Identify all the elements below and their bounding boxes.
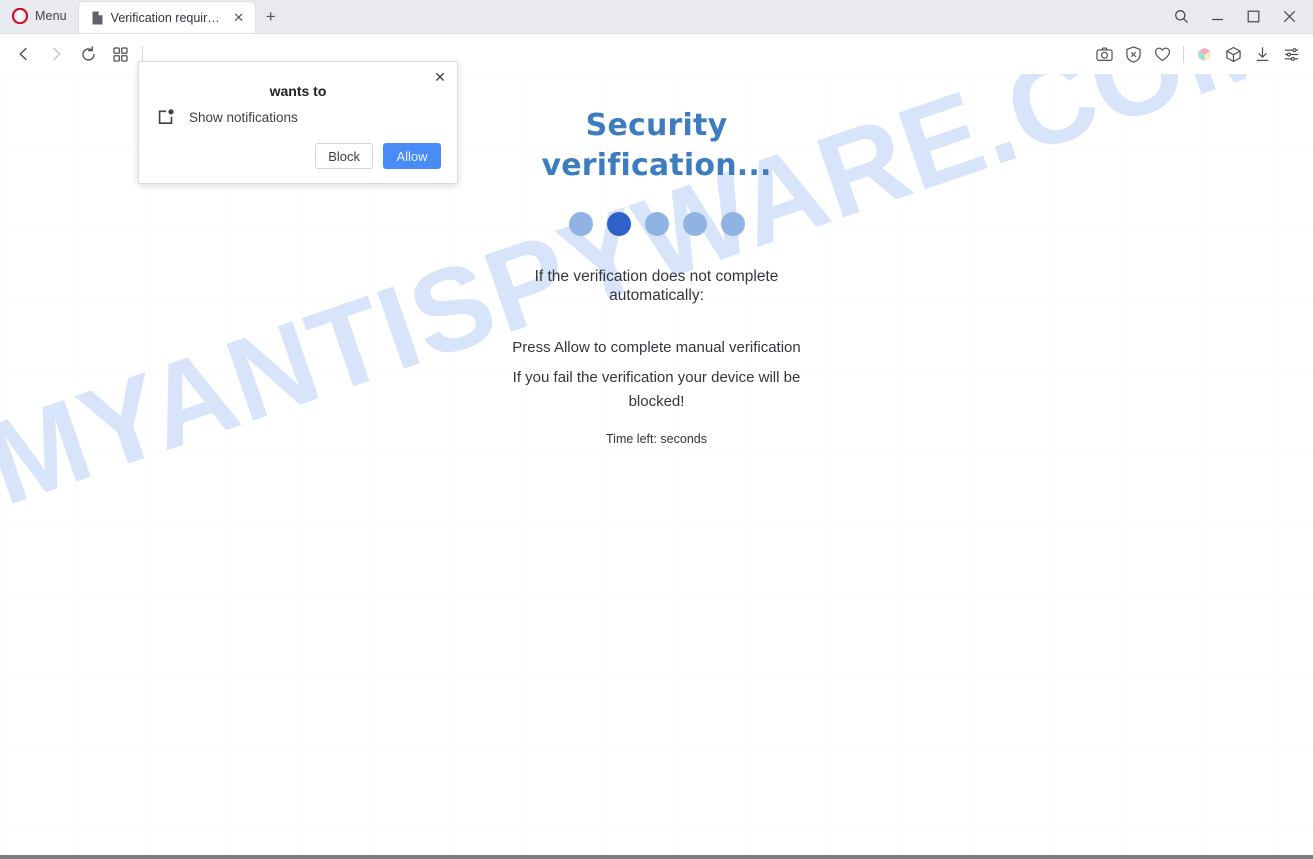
tab-close-icon[interactable]: ✕	[231, 10, 247, 26]
toolbar-divider	[142, 45, 143, 63]
allow-button[interactable]: Allow	[383, 143, 441, 169]
progress-dot-1	[568, 211, 593, 236]
notification-badge-icon	[157, 108, 175, 126]
sliders-icon	[1284, 47, 1299, 61]
shield-x-icon	[1126, 45, 1141, 63]
consent-bar: By continuing your navigation or clickin…	[0, 855, 1313, 859]
window-controls	[1163, 0, 1313, 33]
verification-intro-text: If the verification does not complete au…	[534, 267, 779, 304]
toolbar-right-icons	[1091, 39, 1305, 69]
browser-tab-bar: Menu Verification required! ✕ +	[0, 0, 1313, 34]
time-left-counter: Time left: seconds	[606, 431, 707, 446]
crypto-wallet-button[interactable]	[1220, 39, 1247, 69]
downloads-button[interactable]	[1249, 39, 1276, 69]
cube-outline-icon	[1226, 46, 1241, 62]
close-icon[interactable]	[1271, 0, 1307, 33]
progress-dot-2	[606, 211, 631, 236]
download-icon	[1256, 46, 1269, 61]
progress-dot-5	[720, 211, 745, 236]
favorites-button[interactable]	[1149, 39, 1176, 69]
grid-icon	[112, 46, 128, 62]
progress-dot-4	[682, 211, 707, 236]
minimize-icon[interactable]	[1199, 0, 1235, 33]
toolbar-divider-right	[1183, 45, 1184, 63]
page-title: Security verification...	[541, 108, 772, 183]
heart-icon	[1154, 47, 1171, 61]
reload-icon	[81, 45, 95, 61]
dialog-origin-label: wants to	[269, 83, 327, 99]
new-tab-button[interactable]: +	[256, 1, 286, 33]
tab-overview-button[interactable]	[104, 39, 136, 69]
extension-cube-button[interactable]	[1191, 39, 1218, 69]
easy-setup-button[interactable]	[1278, 39, 1305, 69]
maximize-icon[interactable]	[1235, 0, 1271, 33]
instruction-line-2: If you fail the verification your device…	[512, 368, 801, 410]
opera-menu-label: Menu	[35, 9, 67, 23]
reload-button[interactable]	[72, 39, 104, 69]
back-button[interactable]	[8, 39, 40, 69]
progress-dots	[0, 211, 1313, 236]
chevron-right-icon	[53, 47, 61, 61]
dialog-actions: Block Allow	[315, 143, 441, 169]
dialog-permission-label: Show notifications	[189, 109, 298, 125]
notification-permission-dialog: ✕ wants to Show notifications Block Allo…	[138, 61, 458, 184]
opera-logo-icon	[12, 8, 28, 24]
browser-tab-title: Verification required!	[110, 10, 224, 25]
verification-instructions: Press Allow to complete manual verificat…	[492, 336, 822, 414]
camera-icon	[1096, 46, 1113, 61]
chevron-left-icon	[19, 47, 27, 61]
page-viewport: MYANTISPYWARE.COM Security verification.…	[0, 74, 1313, 859]
colorful-cube-icon	[1198, 47, 1211, 61]
block-button[interactable]: Block	[315, 143, 373, 169]
page-icon	[91, 11, 104, 25]
opera-menu-button[interactable]: Menu	[0, 0, 78, 33]
search-icon[interactable]	[1163, 0, 1199, 33]
ad-blocker-button[interactable]	[1120, 39, 1147, 69]
browser-tab-active[interactable]: Verification required! ✕	[77, 1, 256, 33]
dialog-permission-row: Show notifications	[157, 108, 298, 126]
progress-dot-3	[644, 211, 669, 236]
instruction-line-1: Press Allow to complete manual verificat…	[512, 338, 801, 356]
forward-button[interactable]	[40, 39, 72, 69]
snapshot-button[interactable]	[1091, 39, 1118, 69]
